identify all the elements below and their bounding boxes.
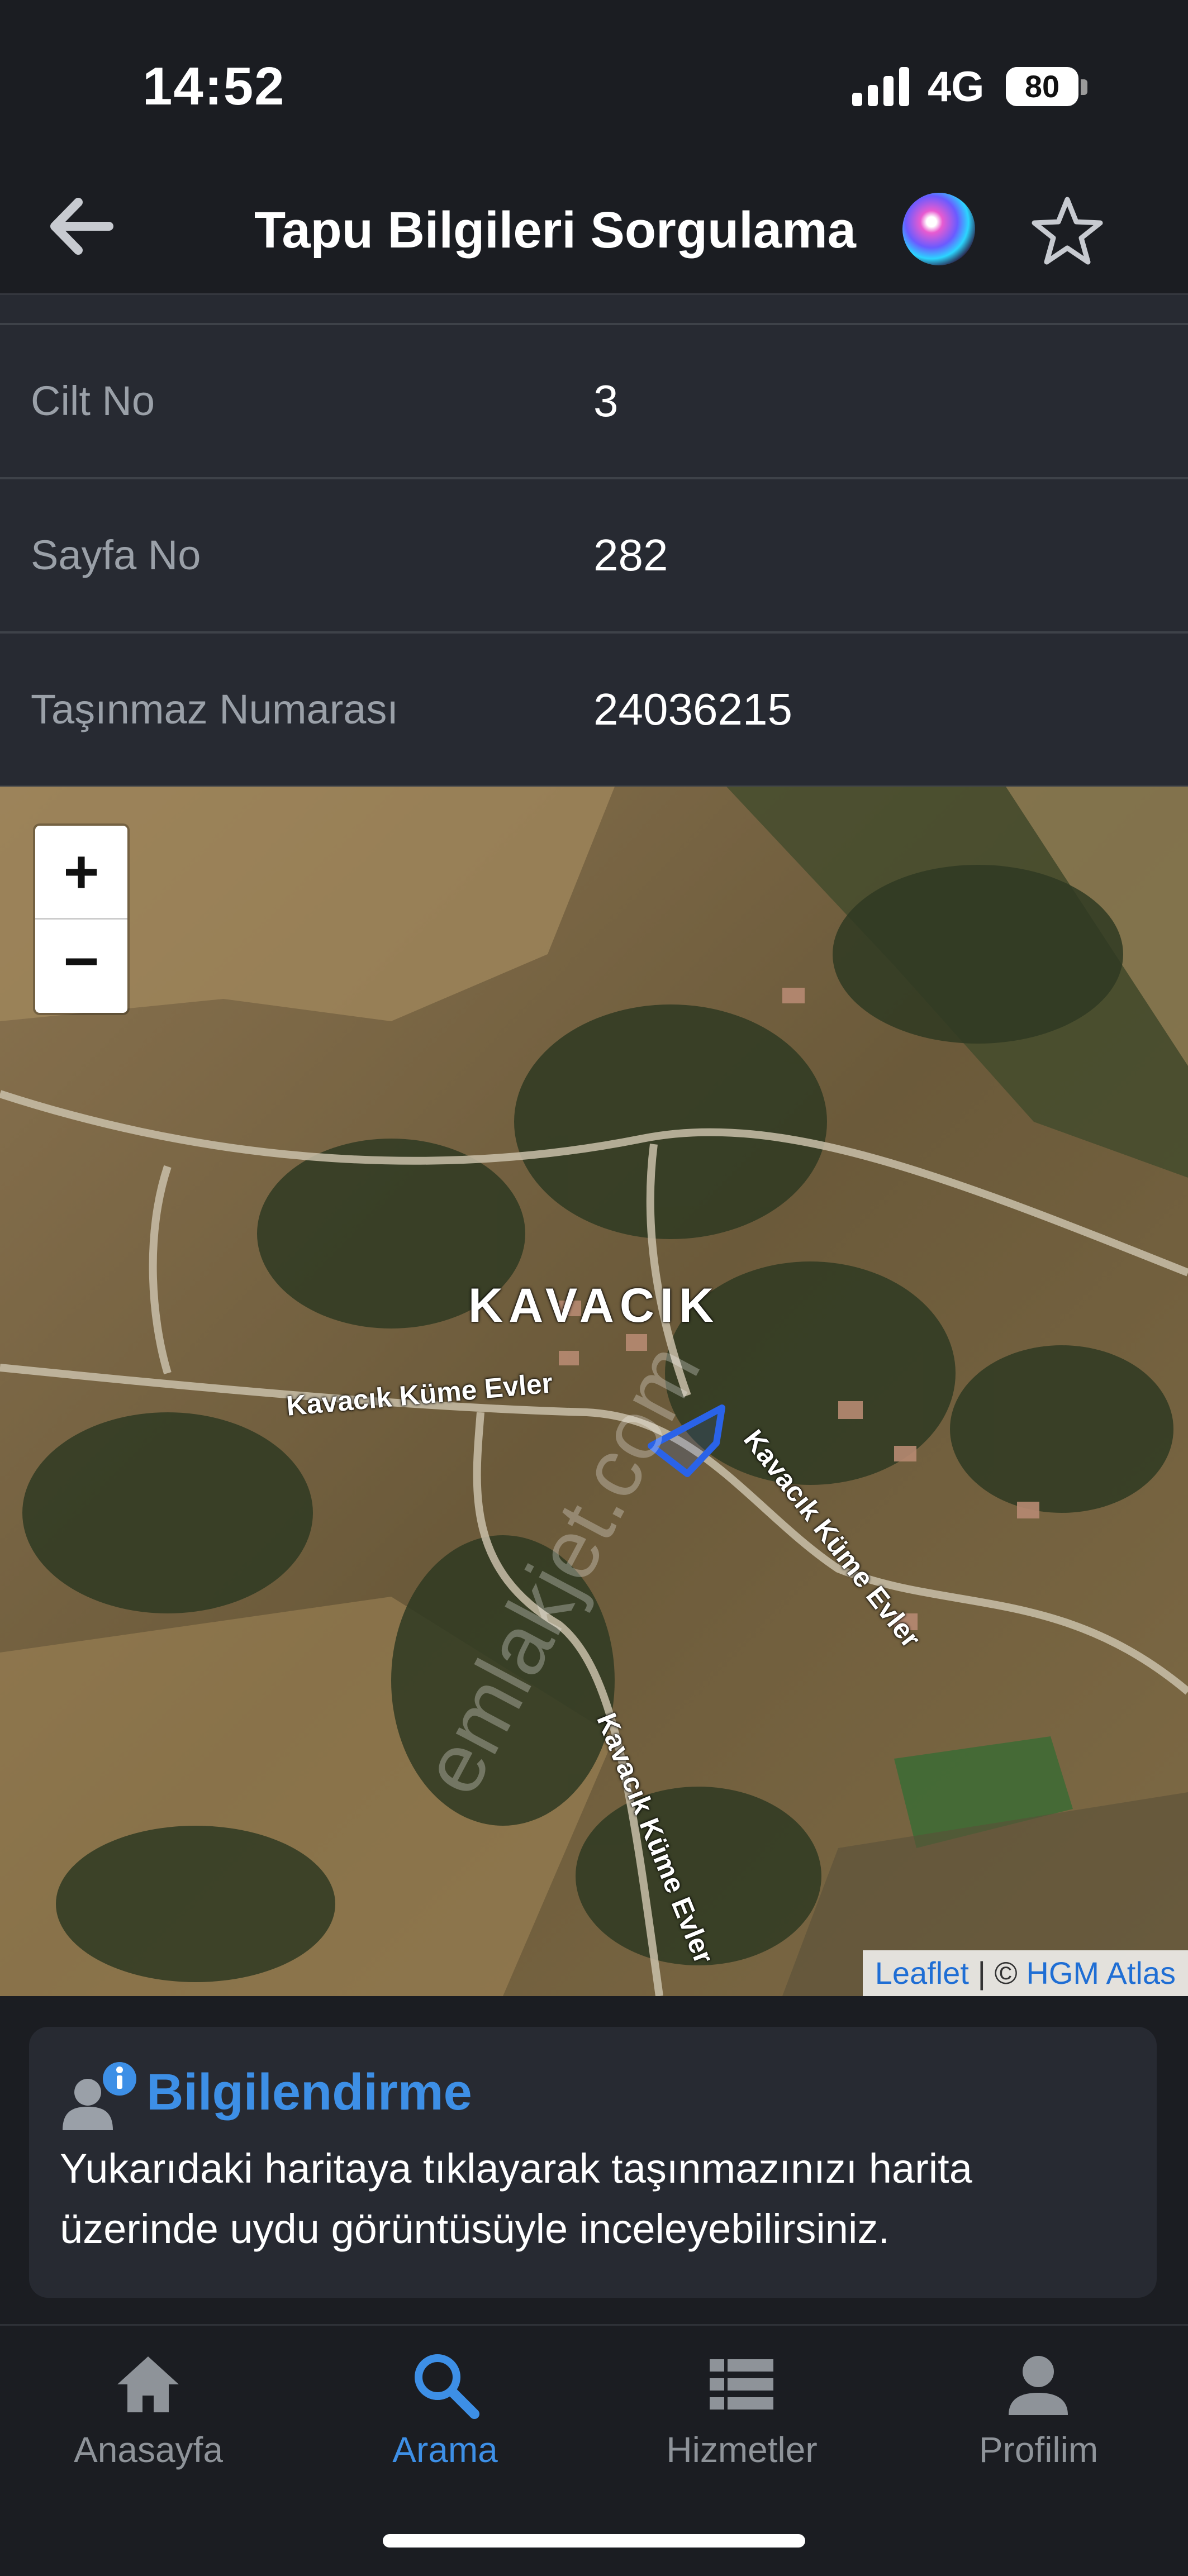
cilt-no-value: 3	[593, 376, 619, 426]
info-card-text: Yukarıdaki haritaya tıklayarak taşınmazı…	[60, 2145, 972, 2252]
tab-label: Hizmetler	[666, 2430, 818, 2470]
satellite-imagery	[0, 787, 1188, 1996]
sayfa-no-label: Sayfa No	[31, 532, 201, 578]
table-row: Sayfa No 282	[0, 479, 1188, 634]
siri-icon[interactable]	[902, 193, 975, 265]
star-outline-icon	[1032, 197, 1103, 265]
tab-arama[interactable]: Arama	[297, 2326, 593, 2493]
leaflet-link[interactable]: Leaflet	[875, 1955, 969, 1991]
favorite-button[interactable]	[1028, 193, 1106, 271]
cilt-no-label: Cilt No	[31, 378, 155, 424]
tab-label: Arama	[392, 2430, 498, 2470]
sayfa-no-value: 282	[593, 530, 668, 580]
tab-label: Anasayfa	[74, 2430, 223, 2470]
battery-cap	[1081, 79, 1087, 95]
tab-label: Profilim	[978, 2430, 1099, 2470]
tasinmaz-numarasi-value: 24036215	[593, 684, 792, 734]
info-card: Bilgilendirme Yukarıdaki haritaya tıklay…	[29, 2027, 1157, 2298]
attribution-separator: | ©	[968, 1955, 1027, 1991]
battery-percentage: 80	[1024, 69, 1060, 104]
search-icon	[415, 2354, 479, 2419]
parcel-info-table: Cilt No 3 Sayfa No 282 Taşınmaz Numarası…	[0, 295, 1188, 788]
tab-profilim[interactable]: Profilim	[890, 2326, 1187, 2493]
person-icon	[1009, 2356, 1068, 2415]
user-info-icon	[63, 2062, 136, 2130]
list-icon	[710, 2359, 773, 2410]
map-attribution: Leaflet | © HGM Atlas	[862, 1950, 1188, 1996]
tab-hizmetler[interactable]: Hizmetler	[593, 2326, 890, 2493]
tasinmaz-numarasi-label: Taşınmaz Numarası	[31, 686, 398, 732]
table-row: Cilt No 3	[0, 325, 1188, 479]
home-indicator	[383, 2534, 805, 2548]
back-button[interactable]	[39, 190, 123, 263]
cellular-signal-icon	[852, 66, 914, 106]
satellite-map[interactable]: + − KAVACIK Kavacık Küme Evler Kavacık K…	[0, 787, 1188, 1996]
hgm-atlas-link[interactable]: HGM Atlas	[1026, 1955, 1176, 1991]
table-row: Taşınmaz Numarası 24036215	[0, 634, 1188, 788]
status-time: 14:52	[142, 56, 286, 116]
table-top-divider	[0, 295, 1188, 325]
page-title: Tapu Bilgileri Sorgulama	[254, 202, 856, 259]
status-bar: 14:52 4G 80	[0, 0, 1188, 168]
arrow-left-icon	[50, 198, 113, 255]
zoom-in-button[interactable]: +	[35, 826, 127, 920]
home-icon	[117, 2356, 179, 2412]
network-type: 4G	[928, 63, 985, 111]
tab-anasayfa[interactable]: Anasayfa	[0, 2326, 297, 2493]
info-card-title: Bilgilendirme	[146, 2064, 472, 2121]
map-place-label: KAVACIK	[468, 1279, 720, 1332]
nav-header: Tapu Bilgileri Sorgulama	[0, 168, 1188, 295]
zoom-controls: + −	[35, 826, 127, 1013]
battery-icon: 80	[1006, 67, 1078, 106]
zoom-out-button[interactable]: −	[35, 920, 127, 1012]
